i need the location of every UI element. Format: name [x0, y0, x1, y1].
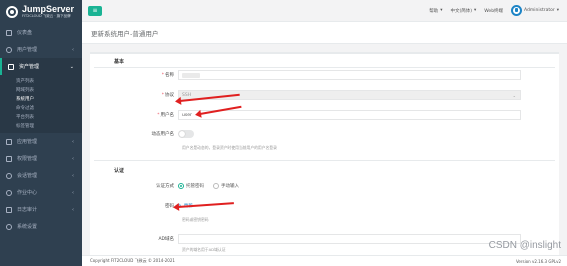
section-auth: 认证 [114, 168, 125, 174]
sidebar-item-users[interactable]: 用户管理 ‹ [0, 41, 82, 58]
sidebar-item-apps[interactable]: 应用管理 ‹ [0, 133, 82, 150]
submenu-item-labels[interactable]: 标签管理 [0, 121, 82, 130]
form-row-username: *用户名 user [90, 110, 521, 120]
ad-help: 资产的域名用于AD域认证 [182, 247, 226, 252]
watermark: CSDN @inslight [488, 240, 561, 251]
avatar [511, 5, 523, 16]
app-title: JumpServer [22, 4, 75, 14]
sidebar-item-dashboard[interactable]: 仪表盘 [0, 24, 82, 41]
tasks-icon [6, 189, 12, 196]
sidebar-item-audits[interactable]: 日志审计 ‹ [0, 201, 82, 218]
submenu-item-system-users[interactable]: 系统用户 [0, 94, 82, 103]
language-menu[interactable]: 中文(简体) ▾ [450, 8, 476, 14]
chevron-down-icon: ⌄ [512, 92, 516, 98]
lock-icon [6, 155, 12, 162]
chevron-down-icon: ▾ [556, 8, 559, 13]
web-terminal-link[interactable]: Web终端 [484, 8, 503, 14]
users-icon [6, 46, 12, 53]
inbox-icon [8, 63, 14, 70]
chevron-left-icon: ‹ [72, 206, 74, 213]
menu-toggle-button[interactable]: ≡ [88, 5, 102, 16]
topbar: ≡ 帮助 ▾ 中文(简体) ▾ Web终端 Administrator ▾ [82, 0, 567, 22]
form-row-protocol: *协议 SSH ⌄ [90, 90, 521, 100]
chevron-down-icon: ⌄ [69, 63, 74, 70]
submenu-item-command-filter[interactable]: 命令过滤 [0, 103, 82, 112]
dashboard-icon [6, 29, 12, 36]
form-row-name: *名称 [90, 70, 521, 80]
logo[interactable]: JumpServer FIT2CLOUD 飞致云 · 旗下品牌 [0, 0, 82, 24]
chevron-left-icon: ‹ [72, 138, 74, 145]
chevron-left-icon: ‹ [72, 172, 74, 179]
chevron-down-icon: ▾ [440, 8, 443, 13]
hamburger-icon: ≡ [92, 7, 98, 14]
jumpserver-logo-icon [6, 6, 18, 18]
radio-checked-icon [178, 183, 184, 189]
blurred-value [182, 72, 200, 78]
version: Version v2.16.3 GPLv2 [516, 258, 561, 264]
section-basic: 基本 [114, 59, 125, 65]
password-help: 密码或密钥密码 [182, 217, 209, 222]
submenu-item-platform-list[interactable]: 平台列表 [0, 112, 82, 121]
ad-domain-input[interactable] [178, 234, 521, 244]
audit-icon [6, 206, 12, 213]
name-input[interactable] [178, 70, 521, 80]
footer: Copyright FIT2CLOUD 飞致云 © 2014-2021 Vers… [82, 255, 567, 266]
radio-unchecked-icon [213, 183, 219, 189]
username-input[interactable]: user [178, 110, 521, 120]
sidebar-item-settings[interactable]: 系统设置 [0, 218, 82, 235]
chevron-left-icon: ‹ [72, 46, 74, 53]
form-row-auth-method: 认证方式 托管密码 手动输入 [156, 183, 239, 189]
dynamic-user-help: 用户名是动态的，登录资产时使用当前用户的用户名登录 [182, 145, 277, 150]
sessions-icon [6, 172, 12, 179]
sidebar-item-assets[interactable]: 资产管理 ⌄ [0, 58, 82, 75]
chevron-left-icon: ‹ [72, 189, 74, 196]
chevron-down-icon: ▾ [473, 8, 477, 13]
auth-radio-manual[interactable]: 手动输入 [213, 183, 239, 189]
chevron-left-icon: ‹ [72, 155, 74, 162]
help-menu[interactable]: 帮助 ▾ [429, 8, 442, 14]
page-title: 更新系统用户-普通用户 [82, 22, 567, 44]
apps-icon [6, 138, 12, 145]
form-card: 基本 *名称 *协议 SSH ⌄ *用户名 user 动态用户名 用户名是动态的… [90, 52, 559, 256]
form-row-ad-domain: AD域名 [90, 234, 521, 244]
auth-radio-managed[interactable]: 托管密码 [178, 183, 204, 189]
assets-submenu: 资产列表 网域列表 系统用户 命令过滤 平台列表 标签管理 [0, 75, 82, 133]
sidebar-item-sessions[interactable]: 会话管理 ‹ [0, 167, 82, 184]
gear-icon [6, 223, 12, 230]
submenu-item-asset-list[interactable]: 资产列表 [0, 76, 82, 85]
app-subtitle: FIT2CLOUD 飞致云 · 旗下品牌 [22, 14, 71, 18]
submenu-item-domain-list[interactable]: 网域列表 [0, 85, 82, 94]
copyright: Copyright FIT2CLOUD 飞致云 © 2014-2021 [90, 258, 175, 263]
user-menu[interactable]: Administrator ▾ [511, 5, 559, 16]
sidebar-item-ops[interactable]: 作业中心 ‹ [0, 184, 82, 201]
sidebar: JumpServer FIT2CLOUD 飞致云 · 旗下品牌 仪表盘 用户管理… [0, 0, 82, 266]
form-row-dynamic-user: 动态用户名 [90, 130, 194, 138]
sidebar-item-perms[interactable]: 权限管理 ‹ [0, 150, 82, 167]
dynamic-username-toggle[interactable] [178, 130, 194, 138]
